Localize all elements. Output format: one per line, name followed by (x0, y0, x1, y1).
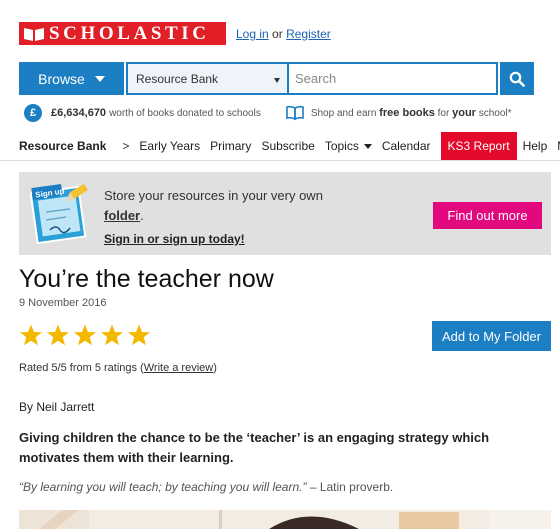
browse-button[interactable]: Browse (19, 62, 124, 95)
nav-item-ks3-report[interactable]: KS3 Report (440, 132, 517, 160)
star-icon (20, 324, 42, 346)
book-logo-icon (24, 27, 44, 41)
signin-link[interactable]: Sign in or sign up today! (104, 232, 245, 246)
star-icon (128, 324, 150, 346)
or-text: or (272, 26, 283, 41)
logo-text: SCHOLASTIC (49, 23, 210, 44)
nav-divider (0, 160, 560, 161)
search-icon (509, 71, 525, 87)
quote: “By learning you will teach; by teaching… (19, 480, 393, 494)
hero-photo (19, 510, 551, 529)
search-input[interactable] (289, 62, 498, 95)
folder-link[interactable]: folder (104, 208, 140, 223)
free-books-text: free books (379, 107, 435, 119)
banner-message: Store your resources in your very own fo… (104, 186, 323, 226)
banner-line-1: Store your resources in your very own (104, 188, 323, 203)
login-link[interactable]: Log in (236, 27, 269, 41)
rating-text: Rated 5/5 from 5 ratings ( (19, 362, 144, 374)
category-select[interactable]: Resource Bank (126, 62, 289, 95)
open-book-icon (286, 105, 304, 121)
rating-summary: Rated 5/5 from 5 ratings (Write a review… (19, 362, 217, 374)
rating-text-suffix: ) (213, 362, 217, 374)
nav-item-early-years[interactable]: Early Years (139, 139, 200, 153)
signup-card-icon: Sign up (30, 183, 88, 244)
lead-paragraph: Giving children the chance to be the ‘te… (19, 430, 490, 465)
write-review-link[interactable]: Write a review (144, 362, 213, 374)
nav-item-subscribe[interactable]: Subscribe (261, 139, 314, 153)
star-icon (47, 324, 69, 346)
for-text: for (437, 107, 450, 119)
page-title: You’re the teacher now (19, 265, 274, 293)
star-icon (74, 324, 96, 346)
register-link[interactable]: Register (286, 27, 331, 41)
select-caret-icon (274, 78, 280, 83)
search-button[interactable] (500, 62, 534, 95)
nav-item-topics[interactable]: Topics (325, 139, 372, 153)
donation-amount: £6,634,670 (51, 107, 107, 119)
author-byline: By Neil Jarrett (19, 400, 95, 414)
pound-icon: £ (24, 104, 42, 122)
header-bar: SCHOLASTIC Log in or Register (19, 22, 331, 45)
signup-banner: Sign up Store your resources in your ver… (19, 172, 551, 255)
shop-text: Shop and earn (310, 107, 377, 119)
main-nav: Resource Bank > Early Years Primary Subs… (19, 132, 560, 160)
school-text: school* (478, 107, 512, 119)
banner-period: . (140, 208, 144, 223)
browse-label: Browse (38, 70, 85, 87)
nav-item-resource-bank[interactable]: Resource Bank (19, 139, 106, 153)
add-to-folder-button[interactable]: Add to My Folder (432, 321, 551, 351)
nav-item-topics-label: Topics (324, 139, 359, 153)
auth-links: Log in or Register (236, 27, 331, 41)
quote-source: – Latin proverb. (306, 480, 394, 494)
your-text: your (452, 107, 476, 119)
article-hero-image (19, 510, 551, 529)
caret-down-icon (94, 75, 105, 82)
nav-item-help[interactable]: Help (523, 139, 548, 153)
scholastic-logo[interactable]: SCHOLASTIC (19, 22, 226, 45)
breadcrumb-separator: > (122, 139, 130, 153)
nav-item-calendar[interactable]: Calendar (382, 139, 431, 153)
publish-date: 9 November 2016 (19, 297, 107, 309)
donation-strip: £ £6,634,670 worth of books donated to s… (24, 103, 512, 123)
donation-text: worth of books donated to schools (109, 107, 261, 119)
quote-text: “By learning you will teach; by teaching… (19, 480, 307, 494)
star-rating[interactable] (19, 323, 151, 347)
find-out-more-button[interactable]: Find out more (433, 202, 542, 229)
star-icon (101, 324, 123, 346)
search-row: Browse Resource Bank (19, 62, 560, 95)
chevron-down-icon (363, 144, 372, 150)
category-select-value: Resource Bank (136, 71, 219, 86)
nav-item-primary[interactable]: Primary (210, 139, 251, 153)
